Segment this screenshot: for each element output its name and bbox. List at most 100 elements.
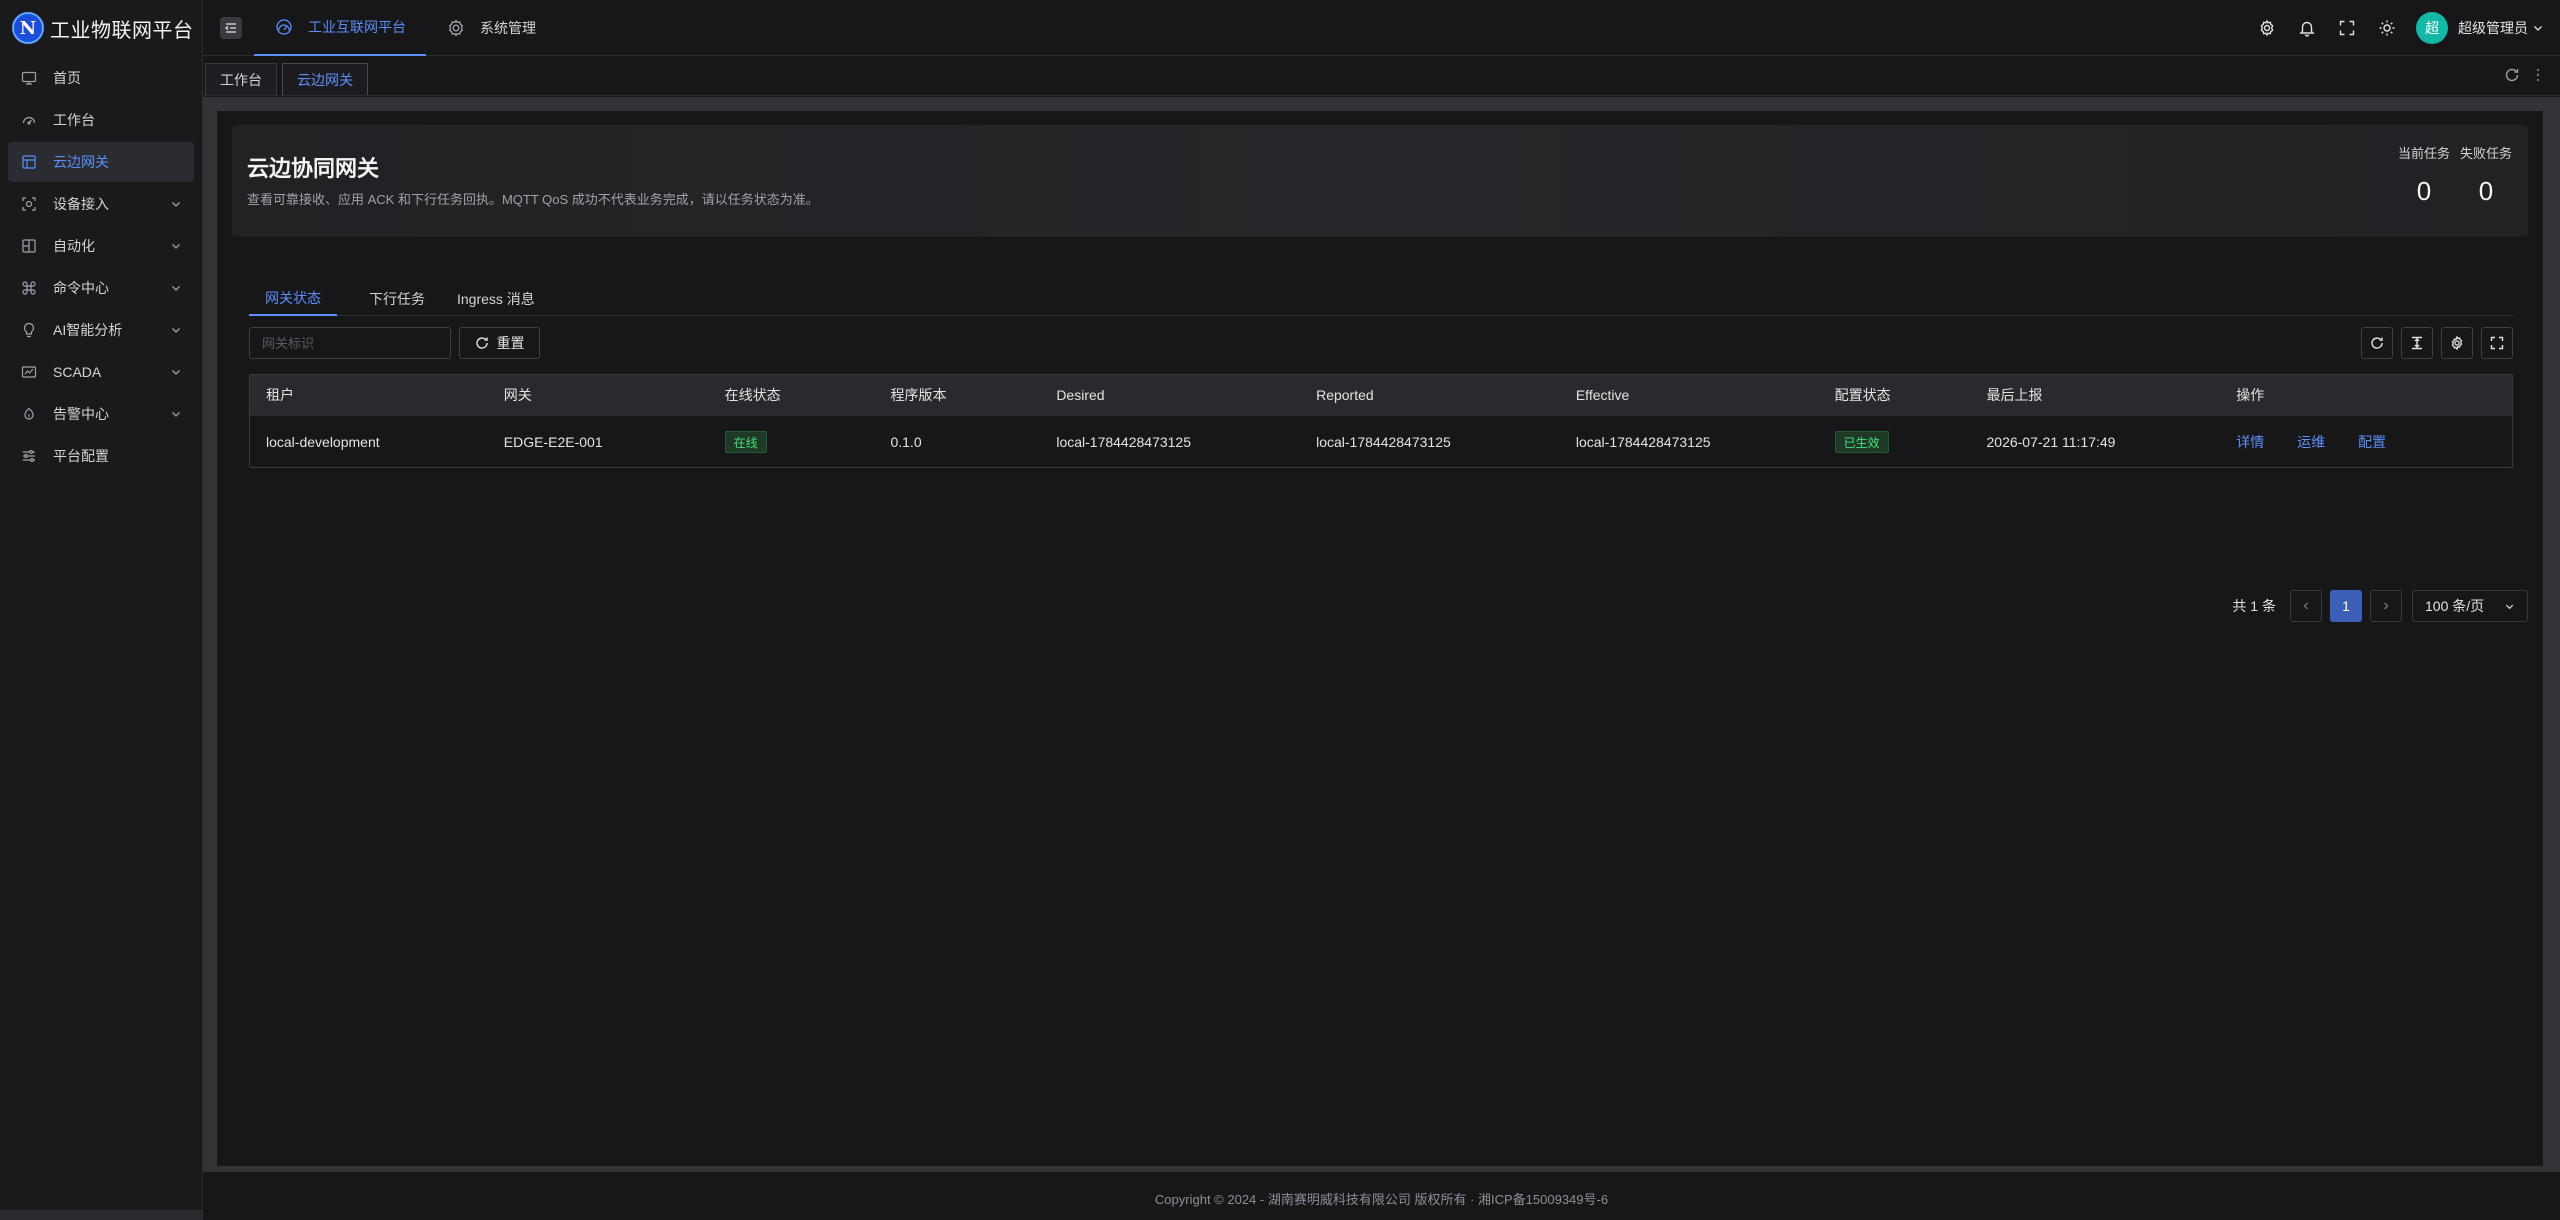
more-vertical-icon[interactable]	[2532, 67, 2544, 83]
sidebar-item-command-center[interactable]: 命令中心	[8, 268, 194, 308]
pagination: 共 1 条 1 100 条/页	[2232, 590, 2528, 622]
page-footer: Copyright © 2024 - 湖南赛明威科技有限公司 版权所有 · 湘I…	[203, 1176, 2560, 1220]
page-size-select[interactable]: 100 条/页	[2412, 590, 2528, 622]
sidebar-item-label: 自动化	[53, 238, 95, 254]
device-scan-icon	[22, 197, 36, 211]
kpi-label: 失败任务	[2459, 146, 2512, 161]
tab-ingress-messages[interactable]: Ingress 消息	[457, 282, 535, 316]
sidebar-toggle-button[interactable]	[220, 16, 242, 39]
user-name[interactable]: 超级管理员	[2458, 18, 2528, 38]
sidebar-item-device-access[interactable]: 设备接入	[8, 184, 194, 224]
chevron-down-icon	[172, 370, 180, 375]
cell-reported: local-1784428473125	[1316, 433, 1451, 450]
chevron-down-icon	[172, 328, 180, 333]
reset-button[interactable]: 重置	[459, 327, 540, 359]
page-tab-label: 工作台	[220, 71, 262, 88]
content-panel: 云边协同网关 查看可靠接收、应用 ACK 和下行任务回执。MQTT QoS 成功…	[217, 111, 2543, 1166]
sidebar-item-label: 云边网关	[53, 154, 109, 170]
page-number: 1	[2342, 598, 2350, 614]
next-page-button[interactable]	[2370, 590, 2402, 622]
sidebar-item-platform-config[interactable]: 平台配置	[8, 436, 194, 476]
table-fullscreen-button[interactable]	[2481, 327, 2513, 359]
sidebar-item-label: 平台配置	[53, 448, 109, 464]
column-settings-button[interactable]	[2441, 327, 2473, 359]
cell-config-status: 已生效	[1819, 430, 1971, 453]
sidebar-item-label: 设备接入	[53, 196, 109, 212]
filter-toolbar: 重置	[249, 327, 2513, 359]
platform-icon	[276, 18, 292, 35]
column-header-reported[interactable]: Reported	[1300, 387, 1560, 403]
tab-label: 工业互联网平台	[308, 18, 406, 35]
chevron-down-icon[interactable]	[2532, 22, 2544, 34]
tab-gateway-status[interactable]: 网关状态	[249, 282, 337, 316]
app-logo[interactable]: N 工业物联网平台	[0, 0, 202, 56]
gateway-id-search-input[interactable]	[249, 327, 451, 359]
sidebar-item-home[interactable]: 首页	[8, 58, 194, 98]
copyright-text: Copyright © 2024 - 湖南赛明威科技有限公司 版权所有 · 湘I…	[1154, 1191, 1609, 1207]
column-header-config-status[interactable]: 配置状态	[1819, 385, 1971, 405]
tab-label: 网关状态	[265, 290, 321, 306]
column-header-tenant[interactable]: 租户	[250, 385, 488, 405]
chevron-right-icon	[2384, 602, 2389, 610]
chevron-down-icon	[172, 286, 180, 291]
bell-icon[interactable]	[2298, 19, 2316, 37]
content-tabs: 网关状态 下行任务 Ingress 消息	[249, 282, 2513, 316]
sidebar-item-cloud-edge-gateway[interactable]: 云边网关	[8, 142, 194, 182]
tab-label: 下行任务	[369, 291, 425, 307]
column-header-effective[interactable]: Effective	[1560, 387, 1819, 403]
dashboard-gauge-icon	[22, 116, 36, 125]
refresh-table-button[interactable]	[2361, 327, 2393, 359]
avatar[interactable]: 超	[2416, 12, 2448, 44]
row-density-button[interactable]	[2401, 327, 2433, 359]
page-number-button[interactable]: 1	[2330, 590, 2362, 622]
column-header-version[interactable]: 程序版本	[874, 385, 1040, 405]
settings-icon[interactable]	[2258, 19, 2276, 37]
detail-link[interactable]: 详情	[2236, 434, 2264, 450]
page-description: 查看可靠接收、应用 ACK 和下行任务回执。MQTT QoS 成功不代表业务完成…	[247, 192, 819, 207]
prev-page-button[interactable]	[2290, 590, 2322, 622]
sidebar-item-alarm-center[interactable]: 告警中心	[8, 394, 194, 434]
table-header: 租户 网关 在线状态 程序版本 Desired Reported Effecti…	[250, 375, 2512, 415]
hero-banner: 云边协同网关 查看可靠接收、应用 ACK 和下行任务回执。MQTT QoS 成功…	[232, 125, 2528, 237]
fullscreen-icon[interactable]	[2338, 19, 2356, 37]
sidebar-item-workbench[interactable]: 工作台	[8, 100, 194, 140]
refresh-icon[interactable]	[2504, 67, 2520, 83]
page-size-value: 100 条/页	[2425, 598, 2485, 614]
reset-button-label: 重置	[496, 335, 525, 351]
sidebar-item-label: AI智能分析	[53, 322, 123, 338]
cell-version: 0.1.0	[890, 433, 922, 450]
sun-theme-icon[interactable]	[2378, 19, 2396, 37]
column-header-last-report[interactable]: 最后上报	[1970, 385, 2220, 405]
gear-icon	[448, 18, 464, 37]
column-header-gateway[interactable]: 网关	[488, 385, 709, 405]
tab-system-management[interactable]: 系统管理	[426, 0, 556, 56]
ops-link[interactable]: 运维	[2297, 434, 2325, 450]
refresh-icon	[2371, 337, 2383, 349]
chevron-left-icon	[2303, 602, 2308, 610]
layout-grid-icon	[22, 155, 36, 169]
sidebar-item-scada[interactable]: SCADA	[8, 352, 194, 392]
table-row[interactable]: local-development EDGE-E2E-001 在线 0.1.0 …	[250, 415, 2512, 467]
status-badge: 在线	[724, 430, 767, 453]
sidebar-item-label: 工作台	[53, 112, 95, 128]
sidebar-item-label: SCADA	[53, 364, 102, 380]
sidebar-menu: 首页 工作台 云边网关 设备接入 自动化 命令中心 AI智能分析 SCADA 告…	[0, 58, 202, 476]
column-header-actions: 操作	[2236, 387, 2265, 403]
sidebar-scrollbar[interactable]	[0, 1210, 203, 1220]
cell-online-status: 在线	[709, 430, 875, 453]
sidebar-item-ai-analysis[interactable]: AI智能分析	[8, 310, 194, 350]
config-link[interactable]: 配置	[2358, 434, 2386, 450]
header-actions: 超 超级管理员	[2236, 0, 2544, 56]
chevron-down-icon	[172, 244, 180, 249]
page-tabs-actions	[2504, 67, 2544, 83]
page-tab-workbench[interactable]: 工作台	[205, 63, 277, 95]
scada-screen-icon	[21, 366, 37, 378]
pagination-total: 共 1 条	[2232, 598, 2276, 614]
column-header-online-status[interactable]: 在线状态	[709, 385, 875, 405]
tab-downlink-tasks[interactable]: 下行任务	[369, 282, 425, 316]
column-header-desired[interactable]: Desired	[1040, 387, 1300, 403]
sidebar-item-automation[interactable]: 自动化	[8, 226, 194, 266]
column-height-icon	[2412, 336, 2422, 350]
page-tab-cloud-edge-gateway[interactable]: 云边网关	[282, 63, 368, 95]
tab-industrial-platform[interactable]: 工业互联网平台	[254, 0, 426, 56]
